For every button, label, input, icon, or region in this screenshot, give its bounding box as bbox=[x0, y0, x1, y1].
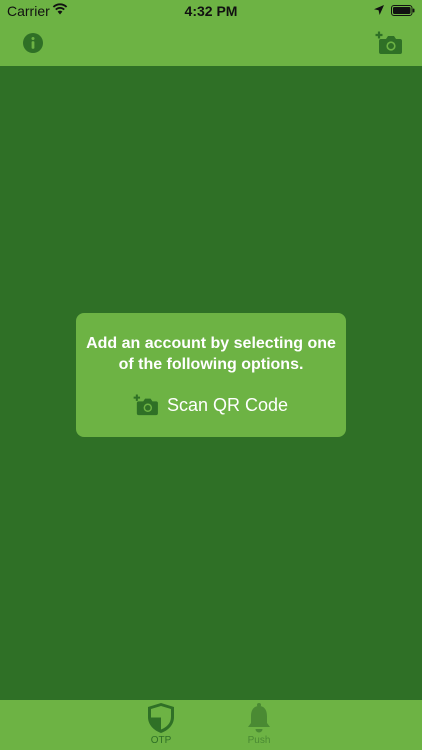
scan-qr-code-button[interactable]: Scan QR Code bbox=[133, 393, 288, 417]
tab-otp-label: OTP bbox=[150, 735, 172, 746]
location-arrow-icon bbox=[374, 5, 384, 15]
add-camera-icon[interactable] bbox=[375, 31, 403, 55]
tab-push-label: Push bbox=[247, 735, 271, 746]
battery-icon bbox=[391, 5, 415, 16]
main-content: Add an account by selecting one of the f… bbox=[0, 66, 422, 700]
navigation-bar bbox=[0, 22, 422, 66]
status-bar: Carrier 4:32 PM bbox=[0, 0, 422, 22]
bell-icon bbox=[248, 703, 270, 733]
clock-time: 4:32 PM bbox=[184, 3, 238, 19]
info-icon[interactable] bbox=[22, 32, 44, 54]
empty-state-card: Add an account by selecting one of the f… bbox=[76, 313, 346, 437]
empty-state-message: Add an account by selecting one of the f… bbox=[86, 335, 336, 373]
shield-icon bbox=[148, 703, 174, 733]
scan-qr-code-label: Scan QR Code bbox=[167, 394, 289, 415]
tab-otp[interactable]: OTP bbox=[131, 702, 191, 750]
add-camera-icon bbox=[133, 394, 158, 416]
tab-bar: OTP Push bbox=[0, 700, 422, 750]
tab-push[interactable]: Push bbox=[229, 702, 289, 750]
